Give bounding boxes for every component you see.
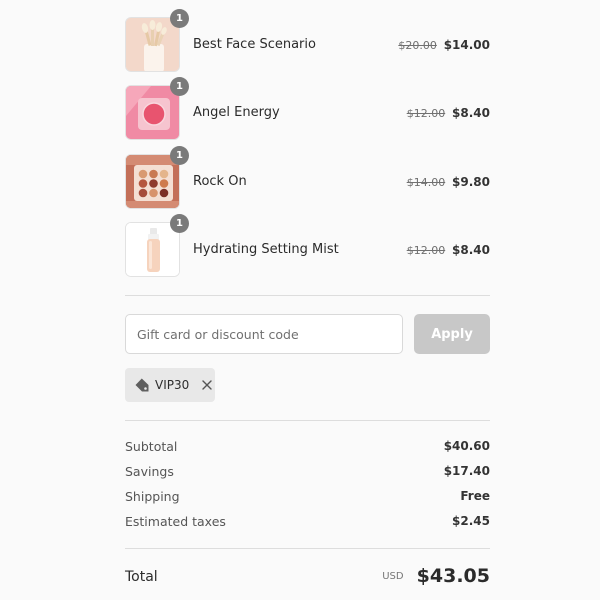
setting-mist-bottle-icon bbox=[126, 223, 179, 276]
divider bbox=[125, 420, 490, 421]
discounted-price: $8.40 bbox=[452, 243, 490, 257]
discounted-price: $9.80 bbox=[452, 175, 490, 189]
quantity-badge: 1 bbox=[170, 214, 189, 233]
item-name: Hydrating Setting Mist bbox=[193, 242, 339, 257]
total-amount: $43.05 bbox=[416, 565, 490, 587]
item-name: Best Face Scenario bbox=[193, 37, 316, 52]
product-thumbnail-brush-set: 1 bbox=[125, 9, 189, 72]
quantity-badge: 1 bbox=[170, 146, 189, 165]
original-price: $20.00 bbox=[398, 39, 437, 52]
taxes-label: Estimated taxes bbox=[125, 514, 226, 529]
divider bbox=[125, 295, 490, 296]
makeup-brush-set-icon bbox=[126, 18, 179, 71]
discount-code-label: VIP30 bbox=[155, 378, 190, 392]
savings-label: Savings bbox=[125, 464, 174, 479]
total-label: Total bbox=[125, 569, 158, 585]
discounted-price: $8.40 bbox=[452, 106, 490, 120]
item-name: Rock On bbox=[193, 174, 247, 189]
line-item: 1 Rock On $14.00 $9.80 bbox=[125, 146, 490, 210]
tag-icon bbox=[135, 378, 149, 392]
currency-code: USD bbox=[382, 570, 404, 582]
shipping-row: Shipping Free bbox=[125, 489, 490, 507]
savings-row: Savings $17.40 bbox=[125, 464, 490, 482]
product-thumbnail-palette: 1 bbox=[125, 146, 189, 209]
product-thumbnail-mist: 1 bbox=[125, 214, 189, 277]
eyeshadow-palette-icon bbox=[126, 155, 179, 208]
original-price: $14.00 bbox=[406, 176, 446, 189]
subtotal-label: Subtotal bbox=[125, 439, 178, 454]
discount-code-input[interactable] bbox=[125, 314, 403, 354]
line-item: 1 Best Face Scenario $20.00 $14.00 bbox=[125, 9, 490, 73]
original-price: $12.00 bbox=[406, 244, 446, 257]
divider bbox=[125, 548, 490, 549]
subtotal-value: $40.60 bbox=[443, 439, 490, 453]
apply-button[interactable]: Apply bbox=[414, 314, 490, 354]
item-price: $20.00 $14.00 bbox=[398, 38, 490, 52]
quantity-badge: 1 bbox=[170, 9, 189, 28]
product-thumbnail-blush: 1 bbox=[125, 77, 189, 140]
shipping-label: Shipping bbox=[125, 489, 180, 504]
total-row: Total USD $43.05 bbox=[125, 565, 490, 591]
taxes-row: Estimated taxes $2.45 bbox=[125, 514, 490, 532]
quantity-badge: 1 bbox=[170, 77, 189, 96]
original-price: $12.00 bbox=[406, 107, 446, 120]
applied-discount-chip: VIP30 bbox=[125, 368, 215, 402]
item-price: $12.00 $8.40 bbox=[407, 243, 490, 257]
item-name: Angel Energy bbox=[193, 105, 280, 120]
total-amount-group: USD $43.05 bbox=[382, 565, 490, 587]
shipping-value: Free bbox=[460, 489, 490, 503]
line-item: 1 Angel Energy $12.00 $8.40 bbox=[125, 77, 490, 141]
savings-value: $17.40 bbox=[443, 464, 490, 478]
pink-blush-compact-icon bbox=[126, 86, 179, 139]
discounted-price: $14.00 bbox=[443, 38, 490, 52]
remove-discount-close-icon[interactable] bbox=[201, 379, 213, 391]
subtotal-row: Subtotal $40.60 bbox=[125, 439, 490, 457]
item-price: $14.00 $9.80 bbox=[407, 175, 490, 189]
taxes-value: $2.45 bbox=[452, 514, 490, 528]
line-item: 1 Hydrating Setting Mist $12.00 $8.40 bbox=[125, 214, 490, 278]
item-price: $12.00 $8.40 bbox=[407, 106, 490, 120]
